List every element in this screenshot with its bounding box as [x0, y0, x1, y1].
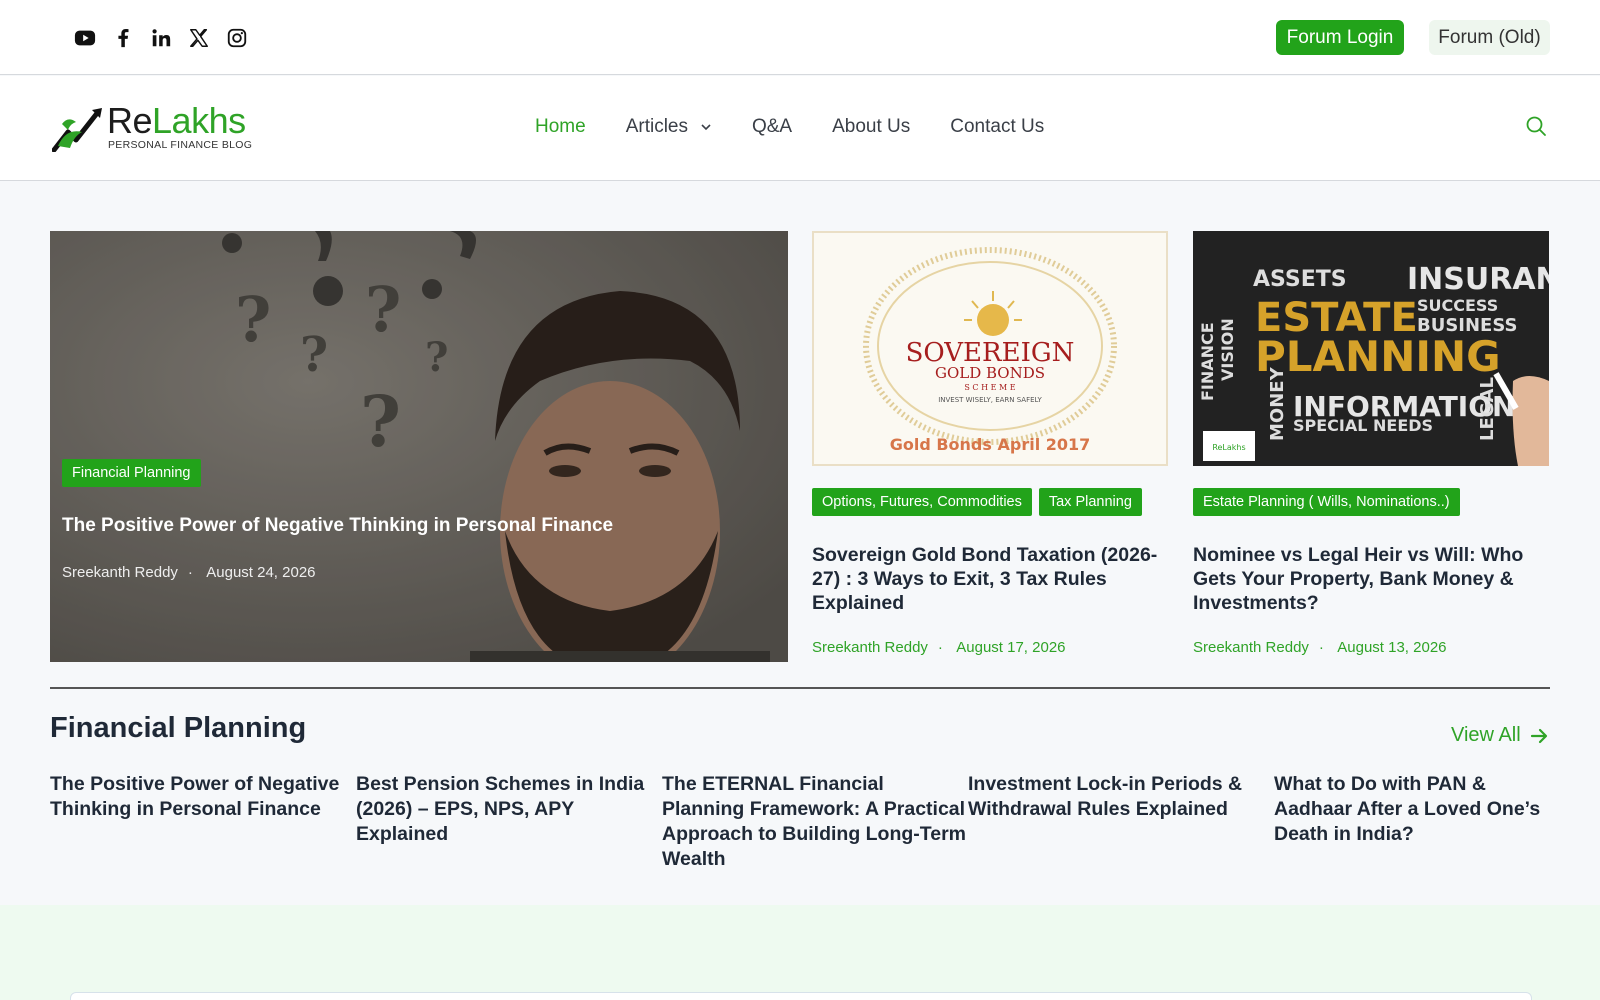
- linkedin-icon[interactable]: [150, 27, 172, 49]
- search-icon[interactable]: [1524, 114, 1548, 138]
- post-author[interactable]: Sreekanth Reddy: [1193, 639, 1309, 656]
- forum-old-button[interactable]: Forum (Old): [1429, 20, 1550, 55]
- featured-main-post[interactable]: ? ? ? ? ? Financial Planning The Positiv…: [50, 231, 788, 662]
- post-author[interactable]: Sreekanth Reddy: [62, 564, 178, 581]
- word-vision: VISION: [1218, 318, 1237, 381]
- main-nav: Home Articles Q&A About Us Contact Us: [535, 116, 1044, 138]
- nav-home[interactable]: Home: [535, 116, 586, 138]
- logo-wordmark: ReLakhs: [107, 100, 246, 141]
- article-link[interactable]: Best Pension Schemes in India (2026) – E…: [356, 772, 662, 872]
- top-bar: Forum Login Forum (Old): [0, 0, 1600, 75]
- image-overlay: [50, 231, 788, 662]
- bottom-card: [70, 992, 1532, 1000]
- social-links: [74, 27, 248, 49]
- svg-text:ReLakhs: ReLakhs: [1212, 443, 1245, 452]
- post-date: August 24, 2026: [206, 564, 316, 581]
- article-link[interactable]: The Positive Power of Negative Thinking …: [50, 772, 356, 872]
- arrow-right-icon: [1530, 728, 1547, 743]
- card-title[interactable]: Nominee vs Legal Heir vs Will: Who Gets …: [1193, 543, 1549, 615]
- card-meta: Sreekanth Reddy · August 13, 2026: [1193, 639, 1447, 656]
- bond-line4: INVEST WISELY, EARN SAFELY: [938, 396, 1042, 404]
- youtube-icon[interactable]: [74, 27, 96, 49]
- nav-about-us[interactable]: About Us: [832, 116, 910, 138]
- bond-line3: S C H E M E: [964, 383, 1015, 392]
- article-link[interactable]: What to Do with PAN & Aadhaar After a Lo…: [1274, 772, 1550, 872]
- card-title[interactable]: Sovereign Gold Bond Taxation (2026-27) :…: [812, 543, 1168, 615]
- gold-bonds-image[interactable]: SOVEREIGN GOLD BONDS S C H E M E INVEST …: [812, 231, 1168, 466]
- word-finance: FINANCE: [1198, 322, 1217, 401]
- featured-main-meta: Sreekanth Reddy · August 24, 2026: [62, 564, 316, 581]
- article-link[interactable]: The ETERNAL Financial Planning Framework…: [662, 772, 968, 872]
- category-badge[interactable]: Options, Futures, Commodities: [812, 488, 1032, 516]
- post-date: August 13, 2026: [1337, 639, 1447, 656]
- view-all-label: View All: [1451, 724, 1521, 746]
- word-assets: ASSETS: [1253, 267, 1347, 292]
- word-insurance: INSURANCE: [1407, 262, 1549, 297]
- word-special: SPECIAL NEEDS: [1293, 416, 1433, 435]
- section-title: Financial Planning: [50, 712, 307, 744]
- view-all-link[interactable]: View All: [1451, 724, 1549, 747]
- featured-card: ASSETS INSURANCE SUCCESS BUSINESS ESTATE…: [1193, 231, 1549, 656]
- logo-tagline: PERSONAL FINANCE BLOG: [108, 139, 253, 151]
- featured-card: SOVEREIGN GOLD BONDS S C H E M E INVEST …: [812, 231, 1168, 656]
- post-author[interactable]: Sreekanth Reddy: [812, 639, 928, 656]
- nav-contact-us[interactable]: Contact Us: [950, 116, 1044, 138]
- instagram-icon[interactable]: [226, 27, 248, 49]
- nav-qa[interactable]: Q&A: [752, 116, 792, 138]
- facebook-icon[interactable]: [112, 27, 134, 49]
- card-meta: Sreekanth Reddy · August 17, 2026: [812, 639, 1066, 656]
- x-icon[interactable]: [188, 27, 210, 49]
- nav-articles[interactable]: Articles: [626, 116, 712, 138]
- post-date: August 17, 2026: [956, 639, 1066, 656]
- word-success: SUCCESS: [1417, 296, 1498, 315]
- logo-mark-icon: [52, 108, 102, 152]
- section-articles: The Positive Power of Negative Thinking …: [50, 772, 1550, 872]
- site-logo[interactable]: ReLakhs PERSONAL FINANCE BLOG: [52, 100, 262, 154]
- bond-caption: Gold Bonds April 2017: [890, 435, 1091, 454]
- forum-login-button[interactable]: Forum Login: [1276, 20, 1404, 55]
- article-link[interactable]: Investment Lock-in Periods & Withdrawal …: [968, 772, 1274, 872]
- bond-line2: GOLD BONDS: [935, 364, 1045, 382]
- word-legal: LEGAL: [1477, 377, 1498, 441]
- word-planning: PLANNING: [1255, 332, 1501, 381]
- nav-articles-label: Articles: [625, 116, 688, 137]
- estate-planning-image[interactable]: ASSETS INSURANCE SUCCESS BUSINESS ESTATE…: [1193, 231, 1549, 466]
- word-money: MONEY: [1267, 366, 1288, 441]
- chevron-down-icon: [701, 124, 711, 131]
- bottom-band: [0, 905, 1600, 1000]
- category-badge[interactable]: Tax Planning: [1038, 488, 1142, 516]
- featured-main-title[interactable]: The Positive Power of Negative Thinking …: [62, 515, 613, 537]
- category-badge[interactable]: Estate Planning ( Wills, Nominations..): [1193, 488, 1460, 516]
- category-badge[interactable]: Financial Planning: [62, 459, 201, 487]
- site-header: ReLakhs PERSONAL FINANCE BLOG Home Artic…: [0, 76, 1600, 181]
- section-divider: [50, 687, 1550, 689]
